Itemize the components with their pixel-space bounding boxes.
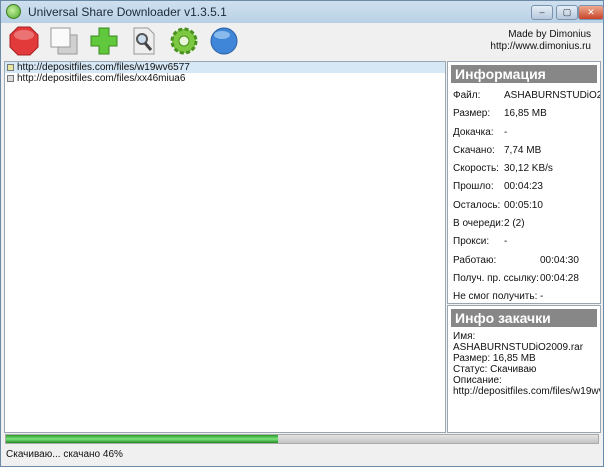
credit-url[interactable]: http://www.dimonius.ru [490,41,591,53]
info-value: - [504,126,508,138]
info-row-proxy: Прокси: - [448,233,600,251]
app-window: Universal Share Downloader v1.3.5.1 – ▢ … [0,0,604,467]
info-value: 30,12 KB/s [504,163,553,175]
info-label: Размер: [453,108,491,120]
title-bar: Universal Share Downloader v1.3.5.1 – ▢ … [1,1,604,23]
info-label: В очереди: [453,218,504,230]
info-value: 00:04:30 [540,254,579,266]
info-row-resume: Докачка: - [448,124,600,142]
info-value: 00:05:10 [504,199,543,211]
item-url: http://depositfiles.com/files/xx46miua6 [17,73,186,84]
download-info-line: http://depositfiles.com/files/w19wv6577 [453,386,600,397]
toolbar: Made by Dimonius http://www.dimonius.ru [1,23,603,61]
info-row-size: Размер: 16,85 MB [448,105,600,123]
globe-icon[interactable] [209,26,239,56]
list-item[interactable]: http://depositfiles.com/files/w19wv6577 [5,62,445,73]
info-row-failed: Не смог получить: - [448,288,600,306]
info-value: 16,85 MB [504,108,547,120]
info-value: - [504,236,508,248]
add-icon[interactable] [89,26,119,56]
info-value: 00:04:28 [540,272,579,284]
maximize-button[interactable]: ▢ [556,5,578,20]
info-row-elapsed: Прошло: 00:04:23 [448,178,600,196]
info-row-speed: Скорость: 30,12 KB/s [448,160,600,178]
info-label: Работаю: [453,254,497,266]
progress-bar [5,434,599,444]
info-value: 00:04:23 [504,181,543,193]
info-row-working: Работаю: 00:04:30 [448,252,600,270]
copy-icon[interactable] [49,26,79,56]
info-row-link-received: Получ. пр. ссылку: 00:04:28 [448,270,600,288]
info-label: Прошло: [453,181,494,193]
window-title: Universal Share Downloader v1.3.5.1 [28,5,227,19]
item-url: http://depositfiles.com/files/w19wv6577 [17,62,190,73]
info-label: Файл: [453,90,481,101]
author-credit: Made by Dimonius http://www.dimonius.ru [490,29,591,53]
info-label: Осталось: [453,199,501,211]
info-value: ASHABURNSTUDiO2009.rar [504,90,600,101]
stop-icon[interactable] [9,26,39,56]
info-value: 7,74 MB [504,144,542,156]
minimize-button[interactable]: – [531,5,553,20]
credit-author: Made by Dimonius [508,29,591,40]
info-row-file: Файл: ASHABURNSTUDiO2009.rar [448,87,600,105]
download-info-line: ASHABURNSTUDiO2009.rar [453,342,584,353]
status-text: Скачиваю... скачано 46% [6,449,123,460]
settings-gear-icon[interactable] [169,26,199,56]
info-label: Докачка: [453,126,494,138]
info-panel-title: Информация [451,65,597,83]
info-row-remaining: Осталось: 00:05:10 [448,197,600,215]
info-label: Прокси: [453,236,490,248]
progress-fill [6,435,279,443]
info-label: Получ. пр. ссылку: [453,272,539,284]
info-value: - [540,291,544,303]
close-button[interactable]: ✕ [578,5,604,20]
download-info-panel: Инфо закачки Имя: ASHABURNSTUDiO2009.rar… [447,305,601,433]
info-row-queue: В очереди: 2 (2) [448,215,600,233]
download-info-line: Имя: [453,331,476,342]
info-label: Не смог получить: [453,291,538,303]
download-info-line: Статус: Скачиваю [453,364,537,375]
download-list[interactable]: http://depositfiles.com/files/w19wv6577 … [4,61,446,433]
download-info-line: Размер: 16,85 MB [453,353,536,364]
info-label: Скачано: [453,144,495,156]
info-row-downloaded: Скачано: 7,74 MB [448,142,600,160]
download-info-title: Инфо закачки [451,309,597,327]
info-label: Скорость: [453,163,499,175]
info-value: 2 (2) [504,218,525,230]
app-icon [6,4,21,19]
info-panel: Информация Файл: ASHABURNSTUDiO2009.rar Р… [447,61,601,304]
item-checkbox[interactable] [7,75,14,82]
search-file-icon[interactable] [129,26,159,56]
item-checkbox[interactable] [7,64,14,71]
list-item[interactable]: http://depositfiles.com/files/xx46miua6 [5,73,445,84]
download-info-line: Описание: [453,375,502,386]
